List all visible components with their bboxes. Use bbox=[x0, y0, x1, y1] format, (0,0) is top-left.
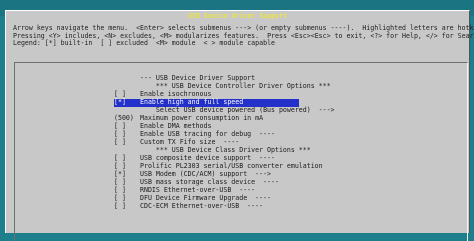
menuconfig-dialog: USB Device Driver Support Arrow keys nav… bbox=[5, 10, 474, 241]
menu-item-label: DFU Device Firmware Upgrade ---- bbox=[140, 194, 272, 202]
help-line-legend: Legend: [*] built-in [ ] excluded <M> mo… bbox=[13, 39, 276, 48]
menu-item-label: Prolific PL2303 serial/USB converter emu… bbox=[140, 162, 323, 170]
menu-item-label: Custom TX Fifo size ---- bbox=[140, 138, 240, 146]
menu-item-label: *** USB Device Controller Driver Options… bbox=[140, 82, 331, 90]
menu-item-label: Enable high and full speed bbox=[140, 98, 244, 106]
menu-list: --- USB Device Driver Support *** USB De… bbox=[114, 74, 444, 211]
menu-item-label: RNDIS Ethernet-over-USB ---- bbox=[140, 186, 256, 194]
menu-item-label: *** USB Device Class Driver Options *** bbox=[140, 146, 311, 154]
menu-item-label: Maximum power consumption in mA bbox=[140, 114, 264, 122]
menu-item-prefix: [ ] bbox=[114, 138, 126, 146]
menu-item-label: Enable USB tracing for debug ---- bbox=[140, 130, 275, 138]
menu-item-prefix: [*] bbox=[114, 98, 126, 106]
menu-item-label: USB mass storage class device ---- bbox=[140, 178, 279, 186]
menu-item-label: USB Modem (CDC/ACM) support ---> bbox=[140, 170, 272, 178]
dialog-title: USB Device Driver Support bbox=[187, 12, 288, 20]
menu-box: --- USB Device Driver Support *** USB De… bbox=[14, 62, 468, 241]
menu-item-label: USB composite device support ---- bbox=[140, 154, 275, 162]
menu-item-label: Enable DMA methods bbox=[140, 122, 212, 130]
help-text: Arrow keys navigate the menu. <Enter> se… bbox=[13, 24, 474, 48]
menu-item-label: --- USB Device Driver Support bbox=[140, 74, 256, 82]
menu-item-prefix: [ ] bbox=[114, 202, 126, 210]
menu-item[interactable]: [ ] CDC-ECM Ethernet-over-USB ---- bbox=[114, 202, 444, 211]
menu-item-label: Enable isochronous bbox=[140, 90, 212, 98]
menu-item-label: Select USB device powered (Bus powered) … bbox=[140, 106, 335, 114]
menu-item-label: CDC-ECM Ethernet-over-USB ---- bbox=[140, 202, 264, 210]
